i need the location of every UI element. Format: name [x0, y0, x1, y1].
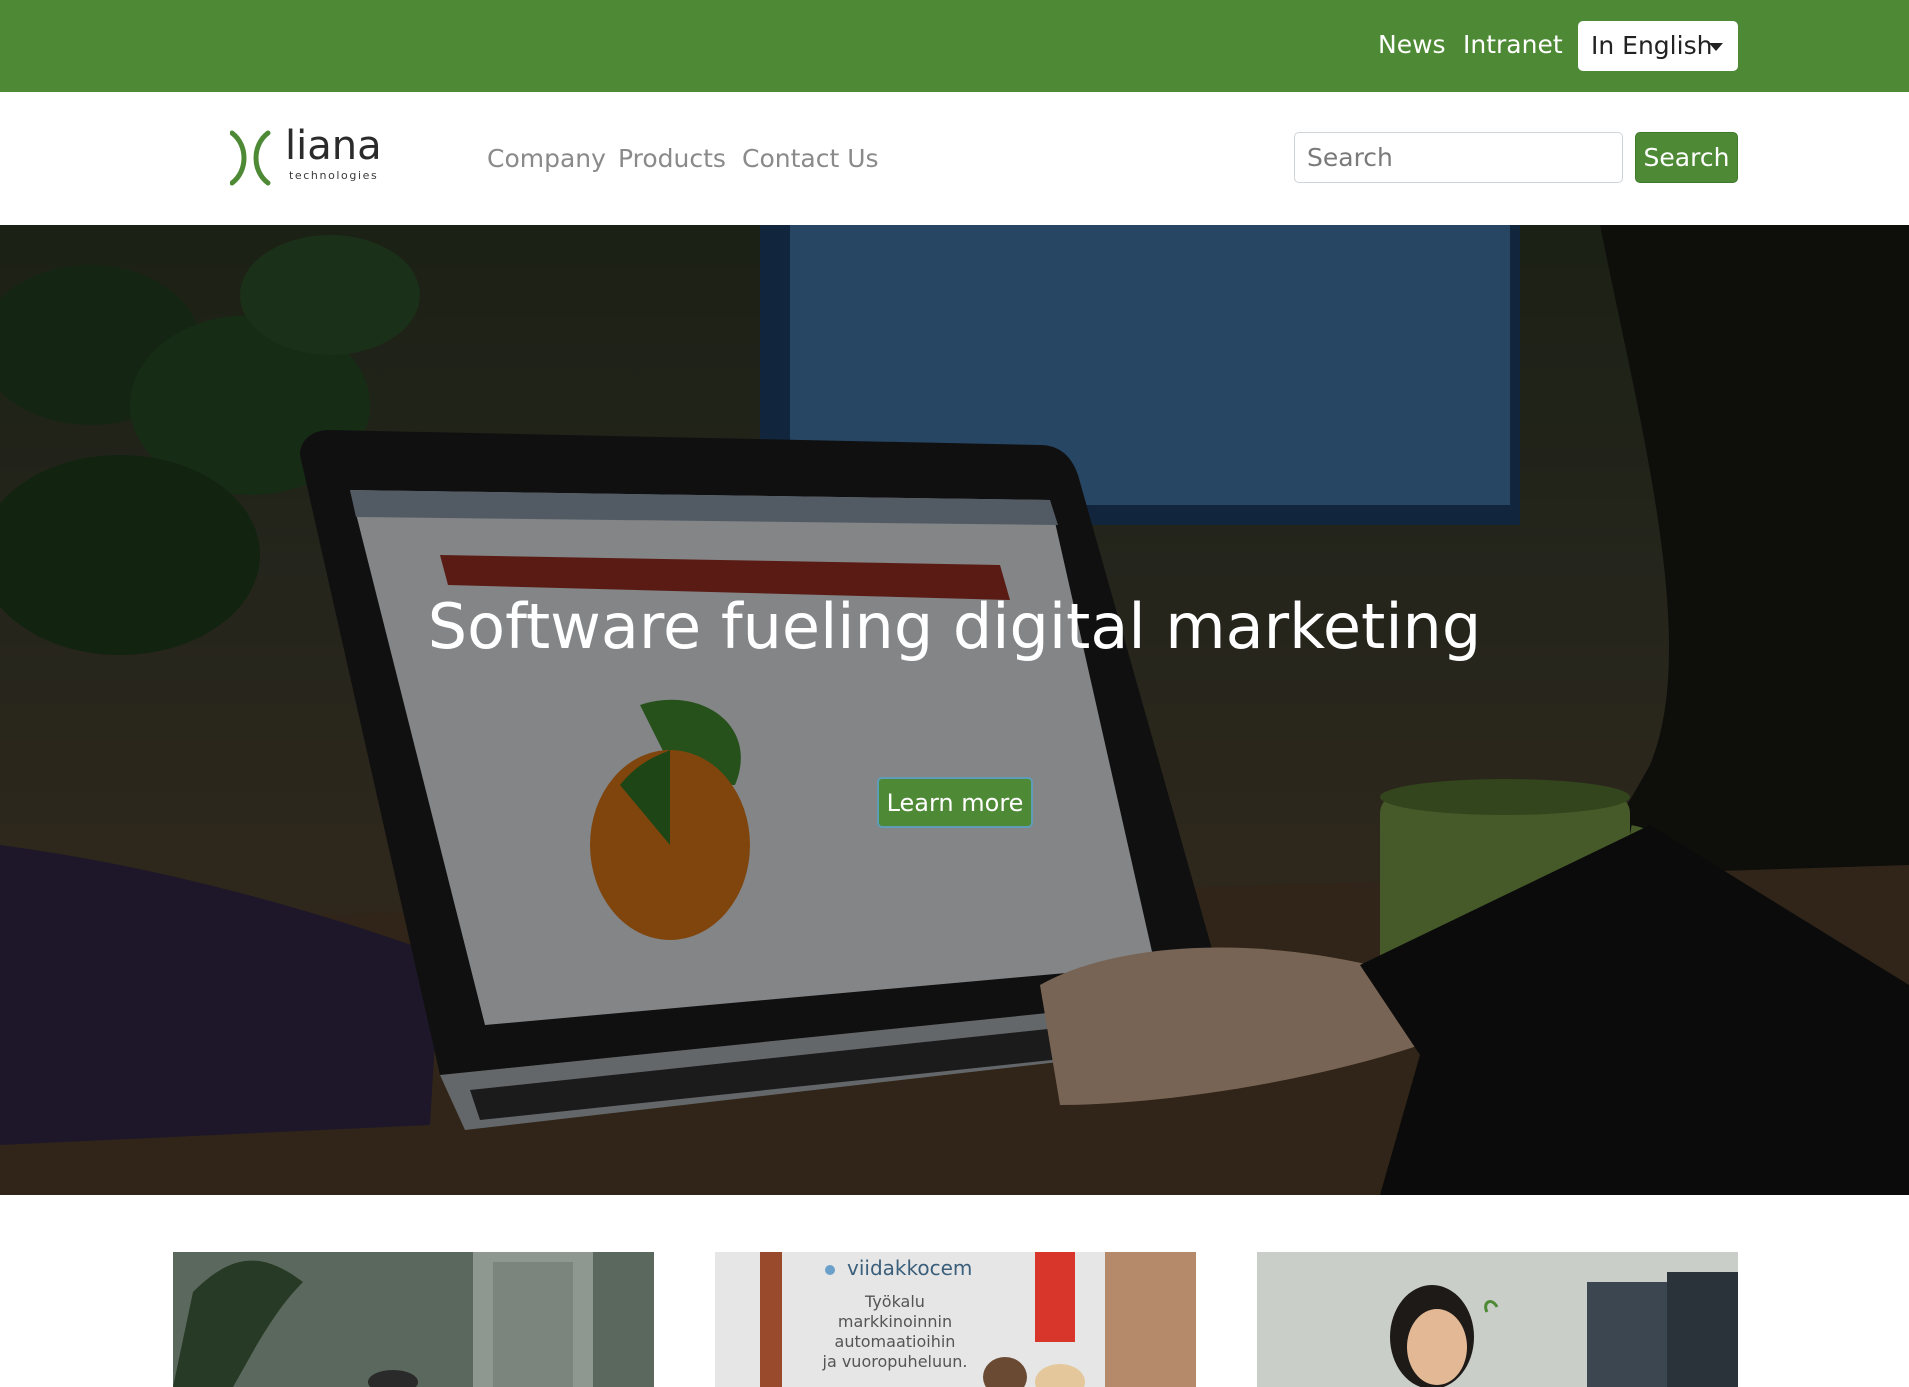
logo-subtitle: technologies: [289, 169, 379, 182]
search-input[interactable]: [1294, 132, 1623, 183]
viidakko-caption-1: Työkalu: [865, 1292, 925, 1311]
viidakko-brand: viidakkocem: [825, 1256, 972, 1280]
main-navbar: liana technologies Company Products Cont…: [0, 92, 1909, 225]
viidakko-dot-icon: [825, 1264, 835, 1275]
intranet-link[interactable]: Intranet: [1463, 30, 1563, 59]
top-bar: News Intranet In English: [0, 0, 1909, 92]
liana-logo[interactable]: liana technologies: [229, 123, 400, 187]
hero-title: Software fueling digital marketing: [427, 590, 1482, 663]
caret-down-icon: [1709, 43, 1723, 51]
language-label: In English: [1591, 31, 1713, 60]
viidakko-brand-text: viidakkocem: [847, 1256, 973, 1280]
viidakko-caption-3: automaatioihin: [834, 1332, 956, 1351]
card-team-member-photo[interactable]: [1257, 1252, 1738, 1387]
viidakko-caption-2: markkinoinnin: [837, 1312, 953, 1331]
learn-more-button[interactable]: Learn more: [877, 777, 1033, 828]
team-member-photo-image: [1257, 1252, 1738, 1387]
language-dropdown[interactable]: In English: [1578, 21, 1738, 71]
logo-mark-icon: [229, 130, 271, 186]
nav-products[interactable]: Products: [618, 144, 726, 173]
news-link[interactable]: News: [1378, 30, 1446, 59]
nav-contact-us[interactable]: Contact Us: [742, 144, 879, 173]
office-photo-image: [173, 1252, 654, 1387]
nav-company[interactable]: Company: [487, 144, 606, 173]
viidakko-caption-4: ja vuoropuheluun.: [822, 1352, 968, 1371]
card-office-photo[interactable]: [173, 1252, 654, 1387]
logo-wordmark: liana: [285, 123, 382, 169]
hero-banner: Software fueling digital marketing Learn…: [0, 225, 1909, 1195]
hero-dark-overlay: [0, 225, 1909, 1195]
search-button[interactable]: Search: [1635, 132, 1738, 183]
card-viidakko-cem[interactable]: viidakkocem Työkalu markkinoinnin automa…: [715, 1252, 1196, 1387]
